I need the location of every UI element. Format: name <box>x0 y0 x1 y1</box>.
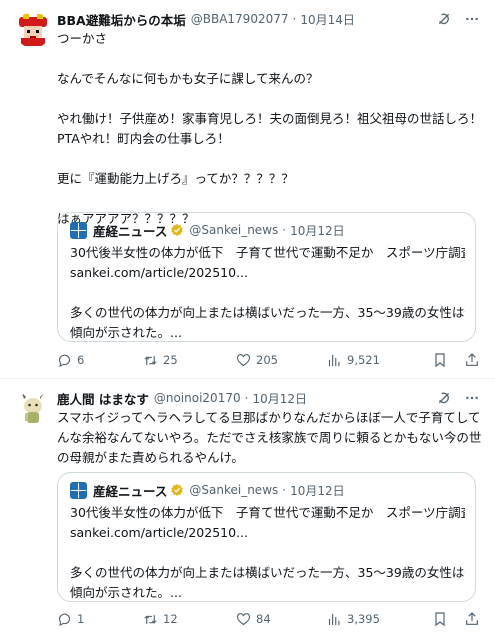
view-count: 3,395 <box>347 612 380 626</box>
avatar-image <box>15 391 51 427</box>
quote-text: 30代後半女性の体力が低下 子育て世代で運動不足か スポーツ庁調査 sankei… <box>70 243 465 343</box>
view-count: 9,521 <box>347 353 380 367</box>
avatar[interactable] <box>15 391 51 427</box>
quote-timestamp: 10月12日 <box>290 223 345 238</box>
display-name[interactable]: 鹿人間 はまなす <box>57 389 149 408</box>
tweet-text-line: んな余裕なんてないやろ。ただでさえ核家族で周りに頼るとかもない今の世代 <box>57 430 481 445</box>
action-bar: 1 12 84 3,395 <box>57 609 481 629</box>
tweet-text-line: PTAやれ！町内会の仕事しろ！ <box>57 131 230 146</box>
verified-badge-icon <box>171 223 184 237</box>
tweet-header: 鹿人間 はまなす @noinoi20170 · 10月12日 <box>57 389 481 407</box>
reply-count: 6 <box>77 353 85 367</box>
grok-icon[interactable] <box>435 10 453 28</box>
retweet-button[interactable]: 12 <box>143 612 236 627</box>
tweet-header: BBA避難垢からの本垢 @BBA17902077 · 10月14日 <box>57 10 481 28</box>
retweet-count: 12 <box>163 612 178 626</box>
quote-link[interactable]: sankei.com/article/202510... <box>70 523 465 543</box>
like-icon <box>236 353 251 366</box>
more-icon[interactable] <box>463 389 481 407</box>
tweet-text-line: つーかさ <box>57 31 108 46</box>
quote-tweet[interactable]: 産経ニュース @Sankei_news · 10月12日 30代後半女性の体力が… <box>57 472 476 602</box>
separator-dot: · <box>244 391 249 405</box>
quote-text-line: 傾向が示された。... <box>70 325 182 340</box>
like-count: 84 <box>256 612 271 626</box>
tweet-text-line: やれ働け！子供産め！家事育児しろ！夫の面倒見ろ！祖父祖母の世話しろ！ <box>57 111 481 126</box>
views-button[interactable]: 3,395 <box>327 612 417 627</box>
quote-text-line: 30代後半女性の体力が低下 子育て世代で運動不足か スポーツ庁調査 <box>70 505 465 520</box>
handle[interactable]: @BBA17902077 <box>191 12 289 26</box>
quote-text: 30代後半女性の体力が低下 子育て世代で運動不足か スポーツ庁調査 sankei… <box>70 503 465 603</box>
retweet-icon <box>144 355 157 365</box>
quote-text-line: 多くの世代の体力が向上または横ばいだった一方、35～39歳の女性は低下 <box>70 565 465 580</box>
grok-icon[interactable] <box>435 389 453 407</box>
reply-icon <box>58 354 71 367</box>
tweet-text-line: 更に『運動能力上げろ』ってか？？？？？ <box>57 171 294 186</box>
tweet[interactable]: 鹿人間 はまなす @noinoi20170 · 10月12日 スマホイジってヘラ… <box>0 379 495 640</box>
quote-header: 産経ニュース @Sankei_news · 10月12日 <box>70 481 345 499</box>
quote-text-line: 多くの世代の体力が向上または横ばいだった一方、35～39歳の女性は低下 <box>70 305 465 320</box>
tweet-text-line: の母親がまた責められるやんけ。 <box>57 450 244 465</box>
quote-display-name: 産経ニュース <box>93 483 168 499</box>
retweet-icon <box>144 614 157 624</box>
separator-dot: · <box>282 223 287 237</box>
timestamp[interactable]: 10月14日 <box>300 11 355 28</box>
action-bar: 6 25 205 9,521 <box>57 350 481 370</box>
tweet-text-line: なんでそんなに何もかも女子に課して来んの？ <box>57 71 319 86</box>
bookmark-icon[interactable] <box>431 610 449 628</box>
tweet-text: スマホイジってヘラヘラしてる旦那ばかりなんだからほぼ一人で子育てしてそ んな余裕… <box>57 408 481 468</box>
quote-avatar <box>70 481 87 499</box>
reply-count: 1 <box>77 612 85 626</box>
timestamp[interactable]: 10月12日 <box>252 390 307 407</box>
reply-button[interactable]: 1 <box>57 612 143 627</box>
retweet-button[interactable]: 25 <box>143 353 236 368</box>
avatar-image <box>15 12 51 48</box>
share-icon[interactable] <box>463 351 481 369</box>
bookmark-icon[interactable] <box>431 351 449 369</box>
quote-handle: @Sankei_news <box>189 223 279 237</box>
quote-text-line: 傾向が示された。... <box>70 585 182 600</box>
views-icon <box>328 354 340 366</box>
quote-link[interactable]: sankei.com/article/202510... <box>70 263 465 283</box>
quote-display-name: 産経ニュース <box>93 223 168 239</box>
like-button[interactable]: 205 <box>236 353 327 368</box>
tweet-text-line: スマホイジってヘラヘラしてる旦那ばかりなんだからほぼ一人で子育てしてそ <box>57 410 481 425</box>
reply-icon <box>58 613 71 626</box>
views-button[interactable]: 9,521 <box>327 353 417 368</box>
quote-text-line: 30代後半女性の体力が低下 子育て世代で運動不足か スポーツ庁調査 <box>70 245 465 260</box>
share-icon[interactable] <box>463 610 481 628</box>
quote-handle: @Sankei_news <box>189 483 279 497</box>
quote-tweet[interactable]: 産経ニュース @Sankei_news · 10月12日 30代後半女性の体力が… <box>57 212 476 342</box>
display-name[interactable]: BBA避難垢からの本垢 <box>57 10 186 29</box>
reply-button[interactable]: 6 <box>57 353 143 368</box>
handle[interactable]: @noinoi20170 <box>154 391 241 405</box>
verified-badge-icon <box>171 483 184 497</box>
more-icon[interactable] <box>463 10 481 28</box>
retweet-count: 25 <box>163 353 178 367</box>
like-count: 205 <box>256 353 278 367</box>
tweet-text: つーかさ なんでそんなに何もかも女子に課して来んの？ やれ働け！子供産め！家事育… <box>57 29 481 229</box>
separator-dot: · <box>292 12 297 26</box>
views-icon <box>328 613 340 625</box>
separator-dot: · <box>282 483 287 497</box>
quote-header: 産経ニュース @Sankei_news · 10月12日 <box>70 221 345 239</box>
tweet[interactable]: BBA避難垢からの本垢 @BBA17902077 · 10月14日 つーかさ な… <box>0 0 495 379</box>
avatar[interactable] <box>15 12 51 48</box>
like-button[interactable]: 84 <box>236 612 327 627</box>
quote-avatar <box>70 221 87 239</box>
like-icon <box>236 612 251 625</box>
quote-timestamp: 10月12日 <box>290 483 345 498</box>
